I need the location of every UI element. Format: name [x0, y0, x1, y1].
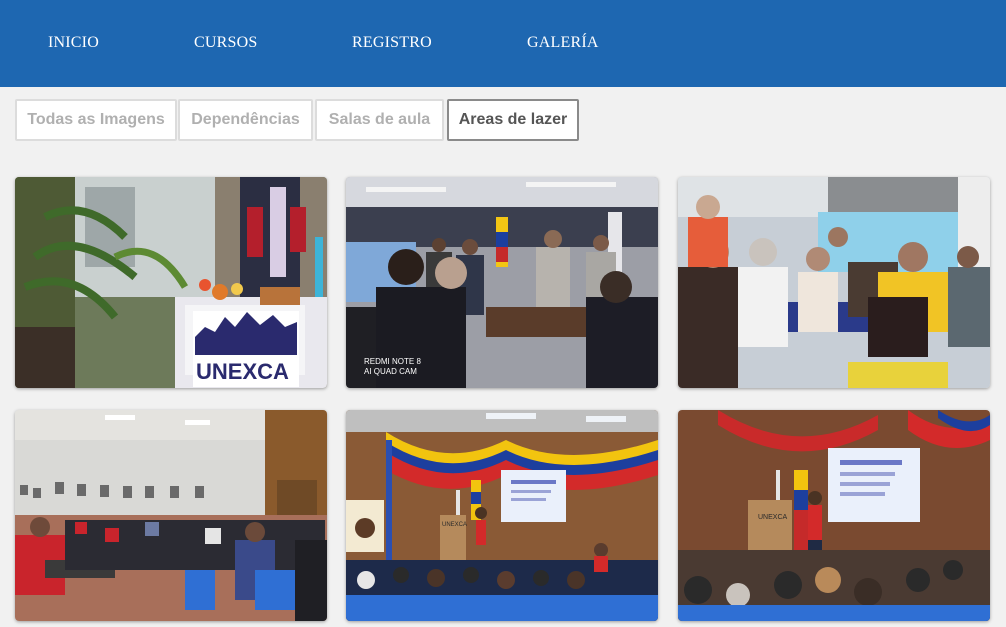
- photo-auditorium-1-image: [346, 410, 658, 621]
- top-navbar: INICIO CURSOS REGISTRO GALERÍA: [0, 0, 1006, 87]
- nav-link-registro[interactable]: REGISTRO: [352, 34, 432, 52]
- filter-button-salas-de-aula[interactable]: Salas de aula: [315, 99, 444, 141]
- gallery-photo-auditorium-2[interactable]: UNEXCA: [678, 410, 990, 621]
- camera-watermark-line2: AI QUAD CAM: [364, 367, 417, 376]
- gallery-photo-classroom[interactable]: [15, 410, 327, 621]
- nav-link-inicio[interactable]: INICIO: [48, 34, 99, 52]
- filter-button-dependencias[interactable]: Dependências: [178, 99, 313, 141]
- gallery-photo-ceremony[interactable]: REDMI NOTE 8 AI QUAD CAM: [346, 177, 658, 388]
- photo-classroom-image: [15, 410, 327, 621]
- podium-text-1: UNEXCA: [442, 522, 468, 528]
- photo-altar-image: [15, 177, 327, 388]
- podium-text-2: UNEXCA: [758, 514, 788, 521]
- gallery-photo-altar[interactable]: UNEXCA: [15, 177, 327, 388]
- nav-link-cursos[interactable]: CURSOS: [194, 34, 257, 52]
- camera-watermark-line1: REDMI NOTE 8: [364, 357, 421, 366]
- photo-community-meeting-image: [678, 177, 990, 388]
- nav-link-galeria[interactable]: GALERÍA: [527, 34, 599, 52]
- photo-auditorium-2-image: [678, 410, 990, 621]
- filter-button-areas-de-lazer[interactable]: Areas de lazer: [447, 99, 579, 141]
- unexca-banner-text: UNEXCA: [196, 359, 289, 384]
- gallery-photo-auditorium-1[interactable]: UNEXCA: [346, 410, 658, 621]
- gallery-photo-community-meeting[interactable]: [678, 177, 990, 388]
- filter-button-todas-as-imagens[interactable]: Todas as Imagens: [15, 99, 177, 141]
